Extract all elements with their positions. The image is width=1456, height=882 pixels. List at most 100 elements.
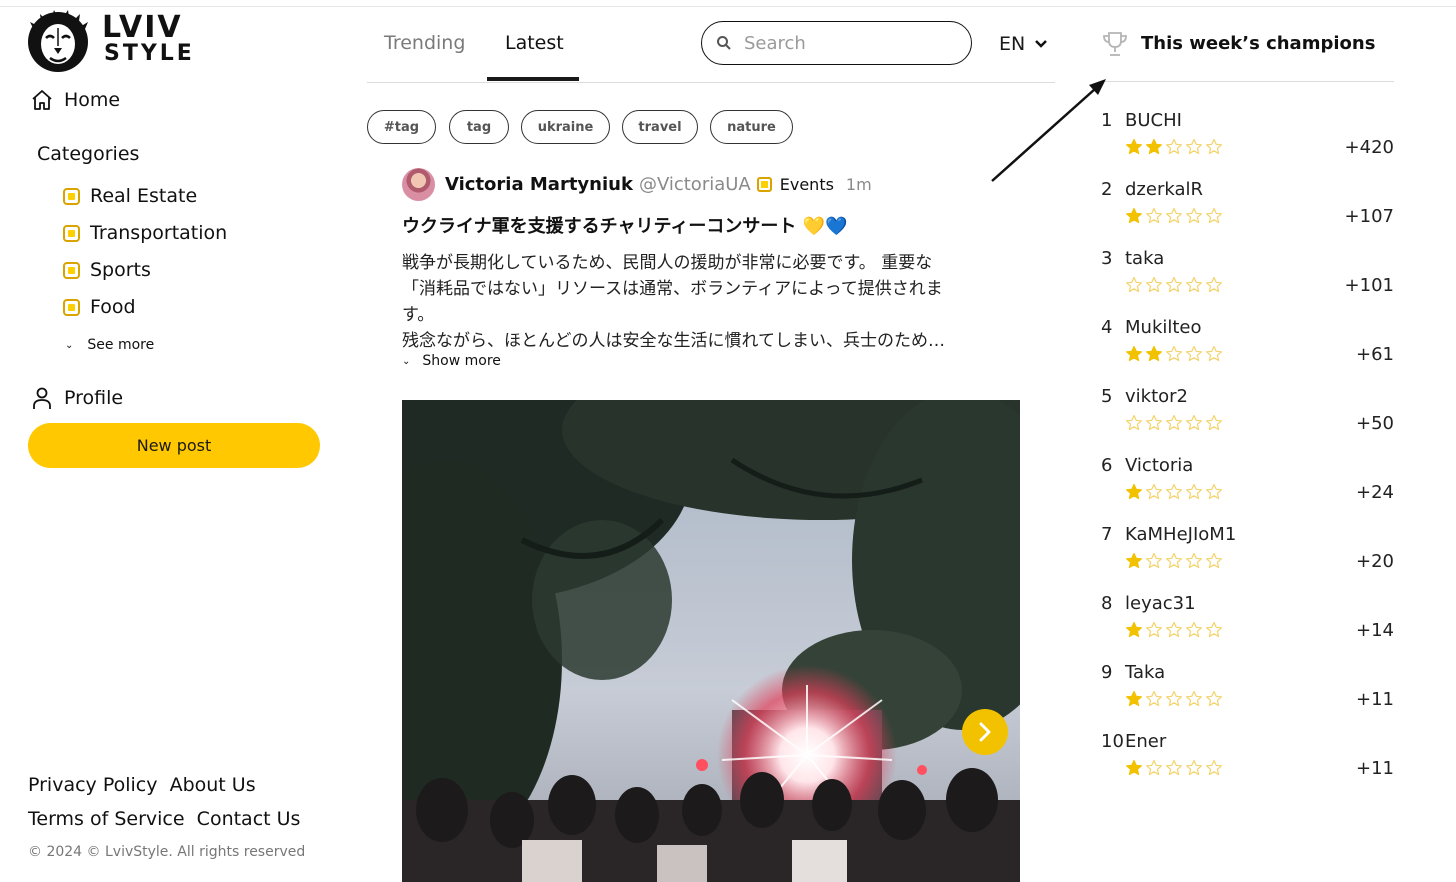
star-empty-icon [1206, 621, 1222, 638]
star-filled-icon [1126, 759, 1142, 776]
post-author[interactable]: Victoria Martyniuk [445, 174, 633, 195]
tag-chip[interactable]: nature [710, 110, 793, 144]
chevron-down-icon: ⌄ [65, 339, 74, 351]
champion-name[interactable]: viktor2 [1125, 386, 1188, 407]
champion-name[interactable]: Mukilteo [1125, 317, 1202, 338]
star-empty-icon [1206, 552, 1222, 569]
star-empty-icon [1206, 276, 1222, 293]
category-dot-icon [756, 177, 772, 192]
champion-name[interactable]: Taka [1125, 662, 1165, 683]
post-title[interactable]: ウクライナ軍を支援するチャリティーコンサート 💛💙 [402, 212, 847, 238]
avatar[interactable] [402, 168, 435, 201]
contact-us-link[interactable]: Contact Us [197, 808, 301, 830]
champion-row[interactable]: 2 dzerkalR +107 [1101, 179, 1394, 239]
star-empty-icon [1186, 690, 1202, 707]
star-empty-icon [1186, 276, 1202, 293]
category-transportation[interactable]: Transportation [63, 222, 227, 244]
champion-name[interactable]: Ener [1125, 731, 1166, 752]
tab-latest[interactable]: Latest [505, 32, 564, 54]
language-selector[interactable]: EN [999, 33, 1048, 55]
star-empty-icon [1206, 759, 1222, 776]
star-empty-icon [1166, 621, 1182, 638]
brand-wordmark: LVIV STYLE [102, 10, 195, 67]
champion-score: +20 [1356, 551, 1394, 572]
star-empty-icon [1206, 414, 1222, 431]
champion-score: +50 [1356, 413, 1394, 434]
category-sports[interactable]: Sports [63, 259, 151, 281]
champion-rank: 6 [1101, 455, 1113, 476]
star-empty-icon [1166, 759, 1182, 776]
image-next-button[interactable] [962, 709, 1008, 755]
tag-chip[interactable]: ukraine [521, 110, 610, 144]
champion-score: +101 [1344, 275, 1394, 296]
champion-score: +11 [1356, 689, 1394, 710]
footer-row-1: Privacy Policy About Us [28, 774, 256, 796]
champion-name[interactable]: BUCHI [1125, 110, 1182, 131]
champion-row[interactable]: 7 KaMHeJIoM1 +20 [1101, 524, 1394, 584]
star-empty-icon [1186, 207, 1202, 224]
tag-chip[interactable]: #tag [367, 110, 436, 144]
post-image[interactable] [402, 400, 1020, 882]
champion-row[interactable]: 9 Taka +11 [1101, 662, 1394, 722]
champion-rank: 3 [1101, 248, 1113, 269]
champion-row[interactable]: 8 leyac31 +14 [1101, 593, 1394, 653]
annotation-arrow-icon [991, 79, 1106, 182]
chevron-down-icon: ⌄ [402, 355, 411, 367]
category-dot-icon [63, 298, 80, 316]
champion-row[interactable]: 10 Ener +11 [1101, 731, 1394, 791]
top-divider [0, 6, 1456, 7]
champion-row[interactable]: 3 taka +101 [1101, 248, 1394, 308]
champion-row[interactable]: 1 BUCHI +420 [1101, 110, 1394, 170]
show-more-button[interactable]: ⌄ Show more [402, 353, 501, 369]
post-body-line: 「消耗品ではない」リソースは通常、ボランティアによって提供されま [402, 279, 943, 299]
concert-photo [402, 400, 1020, 882]
champions-title: This week’s champions [1141, 33, 1376, 54]
champion-rank: 2 [1101, 179, 1113, 200]
see-more-categories[interactable]: ⌄ See more [65, 337, 154, 353]
new-post-button[interactable]: New post [28, 423, 320, 468]
home-icon [32, 90, 52, 110]
category-real-estate[interactable]: Real Estate [63, 185, 197, 207]
search-input[interactable] [742, 31, 946, 55]
champion-name[interactable]: dzerkalR [1125, 179, 1203, 200]
post-body-line: 戦争が長期化しているため、民間人の援助が非常に必要です。 重要な [402, 253, 933, 273]
about-us-link[interactable]: About Us [170, 774, 256, 796]
nav-profile[interactable]: Profile [30, 386, 123, 410]
champion-name[interactable]: Victoria [1125, 455, 1193, 476]
tag-chip[interactable]: tag [449, 110, 509, 144]
category-label: Sports [90, 259, 151, 281]
brand-line-1: LVIV [102, 10, 183, 45]
champion-name[interactable]: leyac31 [1125, 593, 1196, 614]
champion-name[interactable]: taka [1125, 248, 1164, 269]
tag-chip[interactable]: travel [622, 110, 698, 144]
post-body-line: す。 [402, 305, 435, 325]
champion-row[interactable]: 6 Victoria +24 [1101, 455, 1394, 515]
star-empty-icon [1166, 414, 1182, 431]
terms-link[interactable]: Terms of Service [28, 808, 185, 830]
post-category[interactable]: Events [780, 175, 834, 194]
search-box[interactable] [701, 21, 972, 65]
star-empty-icon [1146, 483, 1162, 500]
star-filled-icon [1146, 138, 1162, 155]
post-handle[interactable]: @VictoriaUA [639, 174, 751, 195]
star-empty-icon [1146, 759, 1162, 776]
post-body: 戦争が長期化しているため、民間人の援助が非常に必要です。 重要な 「消耗品ではな… [402, 250, 1012, 354]
star-empty-icon [1166, 552, 1182, 569]
champion-rating [1125, 759, 1225, 777]
champion-score: +11 [1356, 758, 1394, 779]
champion-rank: 5 [1101, 386, 1113, 407]
champion-rating [1125, 552, 1225, 570]
star-empty-icon [1146, 276, 1162, 293]
champion-row[interactable]: 4 Mukilteo +61 [1101, 317, 1394, 377]
search-icon [717, 36, 731, 50]
champion-rating [1125, 207, 1225, 225]
brand-logo[interactable]: LVIV STYLE [26, 8, 195, 74]
tab-trending[interactable]: Trending [384, 32, 465, 54]
champion-name[interactable]: KaMHeJIoM1 [1125, 524, 1236, 545]
nav-home[interactable]: Home [30, 88, 120, 112]
post-header: Victoria Martyniuk @VictoriaUA Events 1m [402, 168, 872, 201]
star-empty-icon [1206, 483, 1222, 500]
category-food[interactable]: Food [63, 296, 136, 318]
privacy-policy-link[interactable]: Privacy Policy [28, 774, 157, 796]
champion-row[interactable]: 5 viktor2 +50 [1101, 386, 1394, 446]
